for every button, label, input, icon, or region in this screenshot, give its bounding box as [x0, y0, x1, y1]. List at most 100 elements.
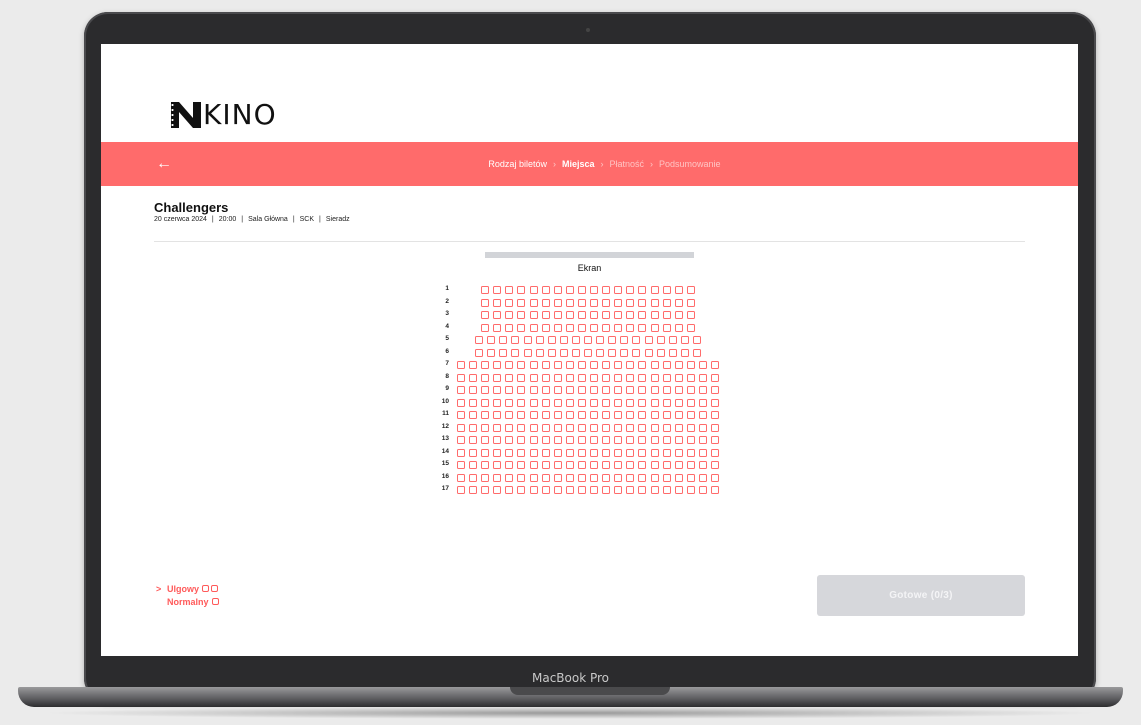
seat[interactable] — [481, 361, 490, 369]
seat[interactable] — [529, 461, 538, 469]
seat[interactable] — [614, 286, 623, 294]
seat[interactable] — [493, 373, 502, 382]
seat[interactable] — [650, 286, 659, 294]
seat[interactable] — [686, 361, 695, 369]
seat[interactable] — [553, 298, 562, 307]
seat[interactable] — [541, 461, 550, 469]
seat[interactable] — [517, 448, 526, 457]
seat[interactable] — [493, 448, 502, 457]
seat[interactable] — [456, 436, 465, 444]
seat[interactable] — [541, 361, 550, 369]
seat[interactable] — [650, 448, 659, 457]
seat[interactable] — [674, 423, 683, 432]
done-button[interactable]: Gotowe (0/3) — [817, 575, 1025, 616]
seat[interactable] — [469, 461, 478, 469]
seat[interactable] — [456, 398, 465, 407]
seat[interactable] — [711, 448, 720, 457]
seat[interactable] — [481, 298, 490, 307]
seat[interactable] — [547, 348, 556, 357]
seat[interactable] — [614, 386, 623, 394]
seat[interactable] — [698, 373, 707, 382]
seat[interactable] — [680, 336, 689, 344]
seat[interactable] — [469, 473, 478, 482]
seat[interactable] — [674, 448, 683, 457]
seat[interactable] — [602, 398, 611, 407]
seat[interactable] — [650, 423, 659, 432]
seat[interactable] — [626, 436, 635, 444]
seat[interactable] — [650, 323, 659, 332]
seat[interactable] — [698, 423, 707, 432]
seat[interactable] — [650, 373, 659, 382]
seat[interactable] — [553, 436, 562, 444]
seat[interactable] — [608, 348, 617, 357]
seat[interactable] — [674, 311, 683, 319]
seat[interactable] — [541, 298, 550, 307]
seat[interactable] — [565, 311, 574, 319]
seat[interactable] — [602, 486, 611, 494]
seat[interactable] — [565, 386, 574, 394]
seat[interactable] — [614, 486, 623, 494]
seat[interactable] — [711, 423, 720, 432]
seat[interactable] — [698, 461, 707, 469]
seat[interactable] — [577, 398, 586, 407]
seat[interactable] — [469, 373, 478, 382]
seat[interactable] — [602, 423, 611, 432]
seat[interactable] — [541, 448, 550, 457]
seat[interactable] — [511, 336, 520, 344]
seat[interactable] — [632, 336, 641, 344]
seat[interactable] — [517, 473, 526, 482]
seat[interactable] — [698, 448, 707, 457]
seat[interactable] — [577, 423, 586, 432]
seat[interactable] — [517, 436, 526, 444]
seat[interactable] — [674, 473, 683, 482]
seat[interactable] — [499, 336, 508, 344]
seat[interactable] — [590, 448, 599, 457]
seat[interactable] — [662, 473, 671, 482]
seat[interactable] — [614, 298, 623, 307]
seat[interactable] — [493, 411, 502, 419]
seat[interactable] — [577, 448, 586, 457]
seat[interactable] — [541, 411, 550, 419]
seat[interactable] — [656, 336, 665, 344]
seat[interactable] — [493, 423, 502, 432]
seat[interactable] — [529, 286, 538, 294]
seat[interactable] — [590, 436, 599, 444]
seat[interactable] — [590, 323, 599, 332]
seat[interactable] — [529, 411, 538, 419]
seat[interactable] — [674, 286, 683, 294]
seat[interactable] — [571, 336, 580, 344]
seat[interactable] — [456, 411, 465, 419]
seat[interactable] — [662, 323, 671, 332]
seat[interactable] — [553, 486, 562, 494]
seat[interactable] — [614, 411, 623, 419]
seat[interactable] — [481, 398, 490, 407]
seat[interactable] — [487, 348, 496, 357]
seat[interactable] — [469, 411, 478, 419]
seat[interactable] — [590, 361, 599, 369]
seat[interactable] — [577, 473, 586, 482]
seat[interactable] — [614, 436, 623, 444]
seat[interactable] — [505, 436, 514, 444]
seat[interactable] — [565, 473, 574, 482]
seat[interactable] — [481, 436, 490, 444]
legend-item-ulgowy[interactable]: > Ulgowy — [156, 582, 219, 595]
seat[interactable] — [511, 348, 520, 357]
seat[interactable] — [456, 461, 465, 469]
seat[interactable] — [602, 461, 611, 469]
seat[interactable] — [626, 298, 635, 307]
seat[interactable] — [686, 436, 695, 444]
seat[interactable] — [626, 398, 635, 407]
seat[interactable] — [632, 348, 641, 357]
seat[interactable] — [469, 361, 478, 369]
seat[interactable] — [602, 311, 611, 319]
seat[interactable] — [614, 398, 623, 407]
seat[interactable] — [674, 398, 683, 407]
seat[interactable] — [565, 286, 574, 294]
seat[interactable] — [481, 486, 490, 494]
seat[interactable] — [650, 461, 659, 469]
seat[interactable] — [626, 386, 635, 394]
seat[interactable] — [590, 311, 599, 319]
seat[interactable] — [638, 473, 647, 482]
seat[interactable] — [686, 298, 695, 307]
seat[interactable] — [638, 361, 647, 369]
